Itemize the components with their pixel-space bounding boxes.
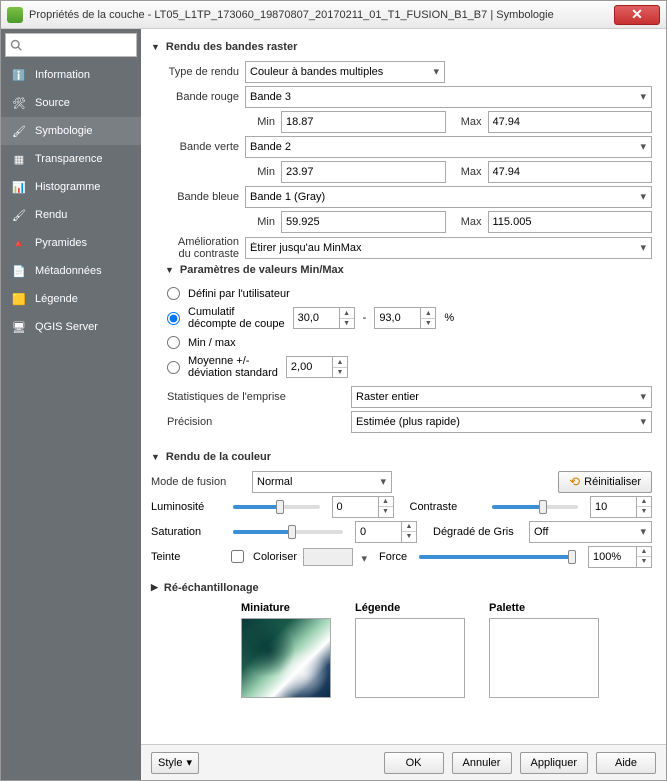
contrast-spin[interactable]: ▲▼ [590,496,652,518]
saturation-spin[interactable]: ▲▼ [355,521,417,543]
app-icon [7,7,23,23]
red-min-input[interactable] [281,111,446,133]
sidebar-item-information[interactable]: ℹ️Information [1,61,141,89]
cancel-button[interactable]: Annuler [452,752,512,774]
thumbnail-preview [241,618,331,698]
close-button[interactable]: ✕ [614,5,660,25]
sidebar-item-rendering[interactable]: 🖌Rendu [1,201,141,229]
stats-extent-label: Statistiques de l'emprise [151,391,351,403]
sidebar: ℹ️Information 🛠Source 🖌Symbologie ▦Trans… [1,29,141,780]
brightness-spin[interactable]: ▲▼ [332,496,394,518]
green-max-input[interactable] [488,161,653,183]
sidebar-item-histogram[interactable]: 📊Histogramme [1,173,141,201]
sidebar-item-server[interactable]: 🖥QGIS Server [1,313,141,341]
ok-button[interactable]: OK [384,752,444,774]
section-resampling[interactable]: ▶Ré-échantillonage [151,582,652,594]
colorize-checkbox[interactable] [231,550,244,563]
source-icon: 🛠 [11,95,27,111]
section-color-rendering[interactable]: ▼Rendu de la couleur [151,451,652,463]
accuracy-label: Précision [151,416,351,428]
green-min-input[interactable] [281,161,446,183]
chevron-right-icon: ▶ [151,582,158,593]
accuracy-select[interactable]: Estimée (plus rapide) [351,411,652,433]
palette-heading: Palette [489,602,599,614]
refresh-icon: ⟲ [569,474,580,490]
hue-label: Teinte [151,551,221,563]
hue-color-box[interactable] [303,548,353,566]
sidebar-item-pyramids[interactable]: 🔺Pyramides [1,229,141,257]
titlebar: Propriétés de la couche - LT05_L1TP_1730… [1,1,666,29]
search-input[interactable] [5,33,137,57]
red-max-input[interactable] [488,111,653,133]
blue-max-input[interactable] [488,211,653,233]
style-button[interactable]: Style ▾ [151,752,199,774]
brightness-slider[interactable] [233,505,320,509]
sidebar-item-metadata[interactable]: 📄Métadonnées [1,257,141,285]
contrast-slider[interactable] [492,505,579,509]
green-band-select[interactable]: Bande 2 [245,136,652,158]
section-band-rendering[interactable]: ▼Rendu des bandes raster [151,41,652,53]
pyramids-icon: 🔺 [11,235,27,251]
thumbnail-heading: Miniature [241,602,331,614]
radio-user-defined[interactable] [167,287,180,300]
brush-icon: 🖌 [11,123,27,139]
rendering-icon: 🖌 [11,207,27,223]
chevron-down-icon: ▾ [186,756,192,769]
server-icon: 🖥 [11,319,27,335]
cumul-hi-spin[interactable]: ▲▼ [374,307,436,329]
radio-mean-stddev[interactable] [167,361,180,374]
force-label: Force [379,551,407,563]
contrast-label2: Contraste [410,501,480,513]
sidebar-item-source[interactable]: 🛠Source [1,89,141,117]
cumul-lo-spin[interactable]: ▲▼ [293,307,355,329]
saturation-label: Saturation [151,526,221,538]
search-icon [10,39,22,51]
legend-preview [355,618,465,698]
reset-button[interactable]: ⟲Réinitialiser [558,471,652,493]
render-type-label: Type de rendu [151,66,239,78]
palette-preview [489,618,599,698]
help-button[interactable]: Aide [596,752,656,774]
section-minmax[interactable]: ▼Paramètres de valeurs Min/Max [151,264,652,276]
blend-mode-label: Mode de fusion [151,476,246,488]
window-title: Propriétés de la couche - LT05_L1TP_1730… [29,9,608,21]
blue-band-select[interactable]: Bande 1 (Gray) [245,186,652,208]
radio-cumulative[interactable] [167,312,180,325]
legend-icon: 🟨 [11,291,27,307]
apply-button[interactable]: Appliquer [520,752,588,774]
stats-extent-select[interactable]: Raster entier [351,386,652,408]
legend-heading: Légende [355,602,465,614]
blend-mode-select[interactable]: Normal [252,471,392,493]
radio-minmax[interactable] [167,336,180,349]
force-slider[interactable] [419,555,576,559]
metadata-icon: 📄 [11,263,27,279]
force-spin[interactable]: ▲▼ [588,546,652,568]
saturation-slider[interactable] [233,530,343,534]
contrast-label: Amélioration du contraste [151,236,239,260]
histogram-icon: 📊 [11,179,27,195]
blue-min-input[interactable] [281,211,446,233]
grayscale-label: Dégradé de Gris [433,526,523,538]
brightness-label: Luminosité [151,501,221,513]
red-band-select[interactable]: Bande 3 [245,86,652,108]
contrast-select[interactable]: Étirer jusqu'au MinMax [245,237,652,259]
sidebar-item-symbology[interactable]: 🖌Symbologie [1,117,141,145]
chevron-down-icon: ▼ [151,452,160,462]
blue-band-label: Bande bleue [151,191,239,203]
green-band-label: Bande verte [151,141,239,153]
sidebar-item-legend[interactable]: 🟨Légende [1,285,141,313]
info-icon: ℹ️ [11,67,27,83]
stddev-spin[interactable]: ▲▼ [286,356,348,378]
sidebar-item-transparency[interactable]: ▦Transparence [1,145,141,173]
chevron-down-icon: ▼ [151,42,160,52]
chevron-down-icon: ▼ [165,265,174,275]
grayscale-select[interactable]: Off [529,521,652,543]
transparency-icon: ▦ [11,151,27,167]
red-band-label: Bande rouge [151,91,239,103]
render-type-select[interactable]: Couleur à bandes multiples [245,61,445,83]
